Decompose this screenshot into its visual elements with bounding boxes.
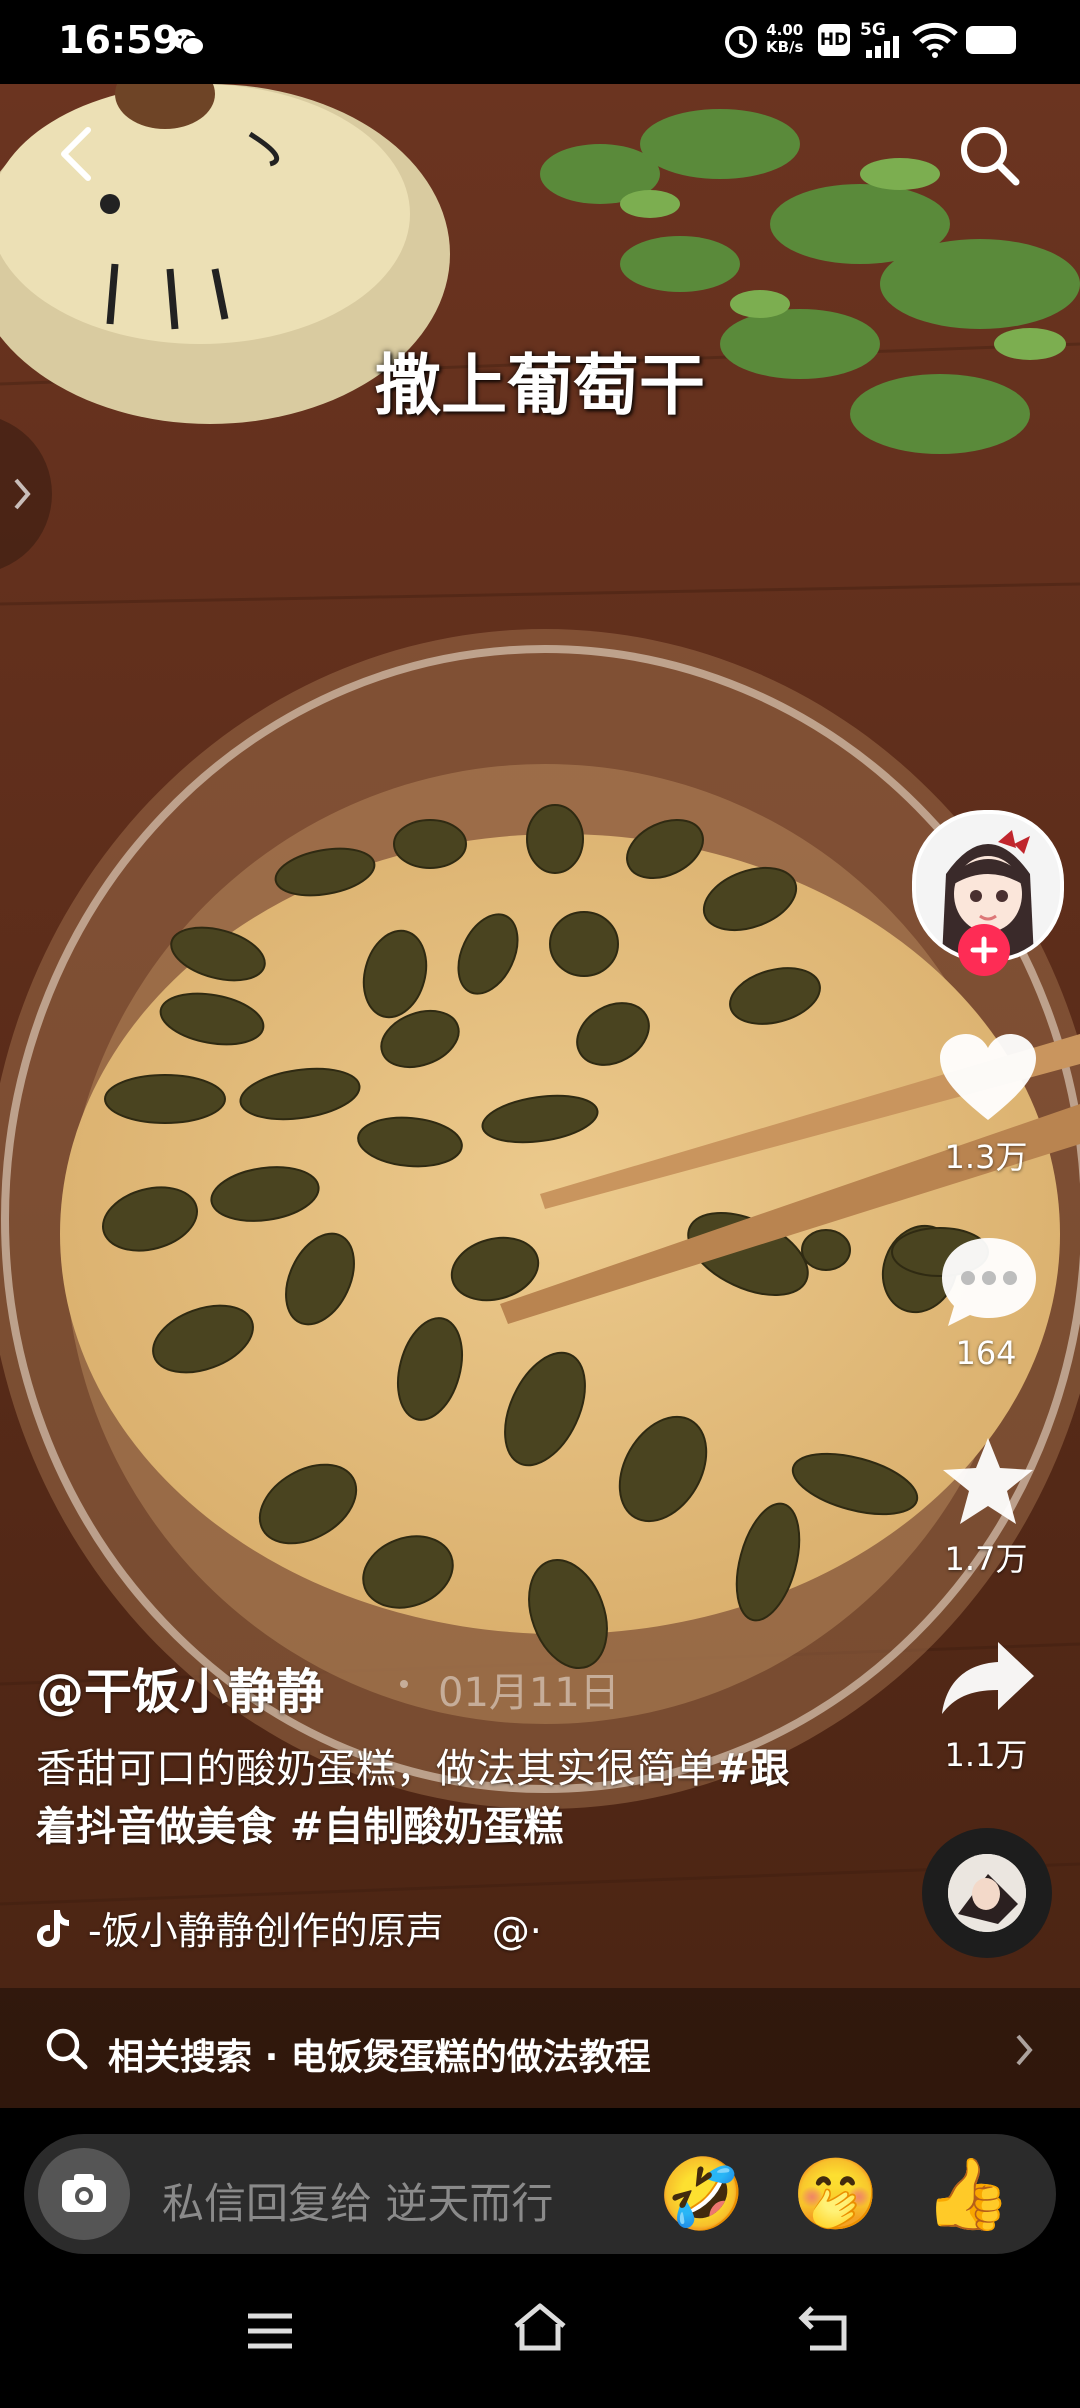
alarm-icon [725,26,757,58]
wechat-notification-icon [172,29,205,56]
related-search-icon [46,2028,88,2070]
menu-nav-icon[interactable] [244,2310,296,2352]
battery-icon [966,26,1016,54]
camera-button[interactable] [38,2148,130,2240]
network-speed: 4.00 KB/s [766,21,804,56]
dot-separator [400,1680,408,1688]
hd-badge: HD [818,24,850,56]
emoji-giggle-button[interactable]: 🤭 [792,2152,879,2236]
status-time: 16:59 [58,18,179,62]
back-icon[interactable] [52,124,100,184]
music-info[interactable]: -饭小静静创作的原声 @· [36,1900,542,1955]
related-search-text[interactable]: 相关搜索 · 电饭煲蛋糕的做法教程 [108,2028,651,2080]
music-title: -饭小静静创作的原声 [88,1909,444,1953]
related-search-separator: · [264,2037,279,2078]
tiktok-music-icon [37,1910,69,1947]
follow-button[interactable] [958,924,1010,976]
reply-input[interactable]: 私信回复给 逆天而行 [162,2170,553,2231]
author-name[interactable]: @干饭小静静 [36,1652,324,1722]
chevron-right-icon [14,478,31,510]
music-cover-illustration [948,1854,1026,1932]
music-disc-cover [948,1854,1026,1932]
related-search-query: 电饭煲蛋糕的做法教程 [290,2037,651,2078]
music-mention: @· [491,1909,542,1953]
comment-count: 164 [955,1334,1017,1372]
favorite-count: 1.7万 [944,1540,1028,1578]
search-icon[interactable] [956,122,1022,188]
post-description[interactable]: 香甜可口的酸奶蛋糕，做法其实很简单#跟着抖音做美食 #自制酸奶蛋糕 [36,1740,796,1856]
signal-icon [866,36,899,58]
post-date: 01月11日 [438,1670,620,1716]
music-disc[interactable] [922,1828,1052,1958]
share-arrow-icon[interactable] [940,1640,1036,1716]
like-count: 1.3万 [944,1138,1028,1176]
description-text: 香甜可口的酸奶蛋糕，做法其实很简单 [36,1746,716,1792]
comment-icon[interactable] [938,1234,1040,1328]
home-nav-icon[interactable] [510,2302,570,2354]
chevron-right-icon [1016,2034,1033,2066]
wifi-icon [912,22,958,58]
emoji-thumbs-up-button[interactable]: 👍 [924,2152,1011,2236]
camera-icon [62,2174,106,2212]
share-count: 1.1万 [944,1736,1028,1774]
favorite-star-icon[interactable] [940,1436,1036,1528]
emoji-laugh-button[interactable]: 🤣 [658,2152,745,2236]
back-nav-icon[interactable] [798,2304,852,2352]
related-search-label: 相关搜索 [108,2037,253,2078]
plus-icon [970,936,998,964]
like-heart-icon[interactable] [938,1032,1038,1124]
video-overlay-caption: 撒上葡萄干 [375,347,705,424]
